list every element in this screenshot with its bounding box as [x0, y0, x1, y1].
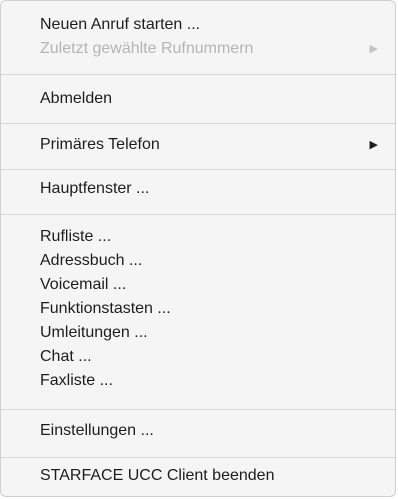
- menu-item-label: Einstellungen ...: [40, 422, 154, 439]
- menu-item-label: Chat ...: [40, 348, 92, 365]
- menu-item-new-call[interactable]: Neuen Anruf starten ...: [1, 14, 395, 36]
- menu-item-label: Voicemail ...: [40, 276, 127, 293]
- menu-item-label: Umleitungen ...: [40, 324, 148, 341]
- menu-item-address-book[interactable]: Adressbuch ...: [1, 250, 395, 272]
- menu-item-redirects[interactable]: Umleitungen ...: [1, 322, 395, 344]
- menu-item-fax-list[interactable]: Faxliste ...: [1, 370, 395, 392]
- menu-item-label: Adressbuch ...: [40, 252, 143, 269]
- menu-item-settings[interactable]: Einstellungen ...: [1, 420, 395, 442]
- menu-item-label: Abmelden: [40, 90, 113, 107]
- menu-item-label: STARFACE UCC Client beenden: [40, 467, 275, 484]
- menu-item-label: Zuletzt gewählte Rufnummern: [40, 40, 254, 57]
- submenu-arrow-icon: ▶: [369, 139, 378, 151]
- menu-item-label: Neuen Anruf starten ...: [40, 16, 201, 33]
- menu-item-logout[interactable]: Abmelden: [1, 88, 395, 110]
- context-menu: Neuen Anruf starten ... Zuletzt gewählte…: [0, 0, 396, 497]
- menu-separator: [1, 409, 395, 410]
- menu-separator: [1, 214, 395, 215]
- menu-item-function-keys[interactable]: Funktionstasten ...: [1, 298, 395, 320]
- menu-item-call-list[interactable]: Rufliste ...: [1, 226, 395, 248]
- menu-item-label: Primäres Telefon: [40, 136, 160, 153]
- menu-item-label: Funktionstasten ...: [40, 300, 171, 317]
- menu-separator: [1, 457, 395, 458]
- menu-item-recent-numbers: Zuletzt gewählte Rufnummern ▶: [1, 38, 395, 60]
- menu-item-label: Rufliste ...: [40, 228, 112, 245]
- menu-item-main-window[interactable]: Hauptfenster ...: [1, 178, 395, 200]
- menu-item-label: Faxliste ...: [40, 372, 113, 389]
- menu-item-label: Hauptfenster ...: [40, 180, 150, 197]
- menu-item-voicemail[interactable]: Voicemail ...: [1, 274, 395, 296]
- menu-item-primary-phone[interactable]: Primäres Telefon ▶: [1, 134, 395, 156]
- menu-separator: [1, 74, 395, 75]
- menu-separator: [1, 169, 395, 170]
- menu-item-chat[interactable]: Chat ...: [1, 346, 395, 368]
- submenu-arrow-icon: ▶: [369, 43, 378, 55]
- menu-item-quit[interactable]: STARFACE UCC Client beenden: [1, 465, 395, 487]
- menu-separator: [1, 123, 395, 124]
